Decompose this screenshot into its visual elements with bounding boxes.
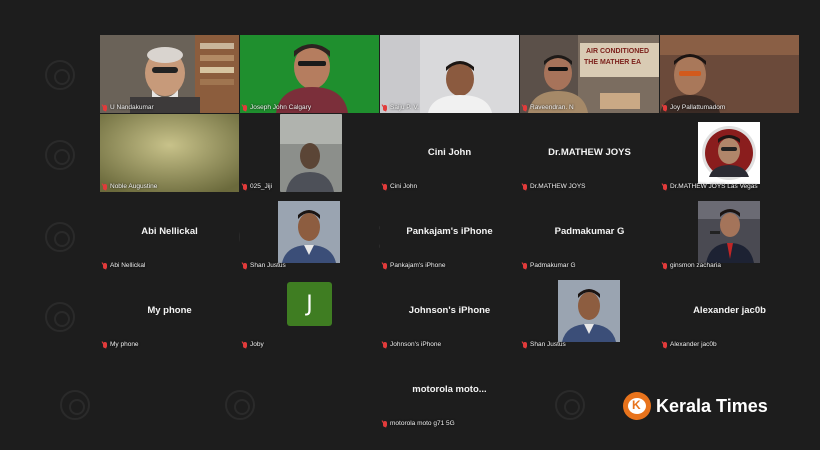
mic-muted-icon: [663, 262, 667, 269]
participant-name-tag: Shan Justus: [243, 262, 286, 269]
watermark-logo-icon: [45, 60, 75, 90]
brand-watermark: Kerala Times: [623, 392, 768, 420]
participant-tile[interactable]: Joseph John Calgary: [240, 35, 379, 113]
mic-muted-icon: [243, 262, 247, 269]
participant-tile[interactable]: Dr.MATHEW JOYS Las Vegas: [660, 114, 799, 192]
brand-name: Kerala Times: [656, 395, 768, 416]
video-call-gallery: U Nandakumar Joseph John Calgary Saiju P…: [0, 0, 820, 450]
participant-name-tag: Alexander jac0b: [663, 341, 717, 348]
participant-name-tag: Dr.MATHEW JOYS: [523, 183, 586, 190]
mic-muted-icon: [523, 183, 527, 190]
participant-tile[interactable]: Padmakumar G Padmakumar G: [520, 193, 659, 271]
participant-tile[interactable]: Cini John Cini John: [380, 114, 519, 192]
participant-tile[interactable]: Joy Pallattumadom: [660, 35, 799, 113]
participant-name-tag: Dr.MATHEW JOYS Las Vegas: [663, 183, 758, 190]
participant-display-name: Alexander jac0b: [693, 305, 766, 316]
participant-name-tag: Johnson's iPhone: [383, 341, 441, 348]
participant-display-name: Pankajam's iPhone: [406, 226, 493, 237]
mic-muted-icon: [523, 262, 527, 269]
participant-tile[interactable]: Johnson's iPhone Johnson's iPhone: [380, 272, 519, 350]
mic-muted-icon: [663, 341, 667, 348]
participant-display-name: motorola moto...: [412, 384, 487, 395]
participant-tile[interactable]: ginsmon zacharia: [660, 193, 799, 271]
participant-profile-photo: [278, 201, 340, 263]
mic-muted-icon: [383, 183, 387, 190]
mic-muted-icon: [383, 104, 387, 111]
participant-name-tag: Joy Pallattumadom: [663, 104, 725, 111]
watermark-logo-icon: [45, 140, 75, 170]
watermark-logo-icon: [225, 390, 255, 420]
participant-name-tag: U Nandakumar: [103, 104, 154, 111]
participant-tile[interactable]: Shan Justus: [520, 272, 659, 350]
mic-muted-icon: [663, 104, 667, 111]
participant-display-name: Abi Nellickal: [141, 226, 198, 237]
avatar: J: [287, 282, 332, 326]
participant-tile[interactable]: Pankajam's iPhone Pankajam's iPhone: [380, 193, 519, 271]
participant-video: [380, 35, 519, 113]
mic-muted-icon: [103, 104, 107, 111]
mic-muted-icon: [103, 262, 107, 269]
avatar: [702, 126, 756, 180]
participant-tile[interactable]: Abi Nellickal Abi Nellickal: [100, 193, 239, 271]
participant-name-tag: Pankajam's iPhone: [383, 262, 445, 269]
participant-name-tag: motorola moto g71 5G: [383, 420, 455, 427]
participant-name-tag: Noble Augustine: [103, 183, 157, 190]
participant-display-name: Dr.MATHEW JOYS: [548, 147, 631, 158]
participant-name-tag: Saiju P. V.: [383, 104, 419, 111]
participant-profile-photo: [698, 122, 760, 184]
participant-tile[interactable]: Dr.MATHEW JOYS Dr.MATHEW JOYS: [520, 114, 659, 192]
participant-display-name: Cini John: [427, 147, 472, 158]
participant-tile[interactable]: Shan Justus: [240, 193, 379, 271]
mic-muted-icon: [383, 420, 387, 427]
watermark-logo-icon: [60, 390, 90, 420]
participant-video: [660, 35, 799, 113]
participant-video: [100, 114, 239, 192]
mic-muted-icon: [383, 262, 387, 269]
participant-tile[interactable]: J Joby: [240, 272, 379, 350]
backdrop-sign-text: THE MATHER EA: [584, 59, 641, 66]
mic-muted-icon: [243, 104, 247, 111]
watermark-logo-icon: [45, 222, 75, 252]
participant-name-tag: 025_Jiji: [243, 183, 272, 190]
participant-tile[interactable]: Noble Augustine: [100, 114, 239, 192]
mic-muted-icon: [383, 341, 387, 348]
participant-name-tag: My phone: [103, 341, 139, 348]
mic-muted-icon: [243, 183, 247, 190]
participant-tile[interactable]: 025_Jiji: [240, 114, 379, 192]
participant-display-name: Padmakumar G: [554, 226, 625, 237]
participant-name-tag: Cini John: [383, 183, 417, 190]
participant-video: [240, 35, 379, 113]
participant-name-tag: ginsmon zacharia: [663, 262, 721, 269]
mic-muted-icon: [523, 104, 527, 111]
watermark-logo-icon: [45, 302, 75, 332]
participant-tile[interactable]: Saiju P. V.: [380, 35, 519, 113]
participant-name-tag: Joby: [243, 341, 264, 348]
participant-display-name: My phone: [147, 305, 192, 316]
participant-display-name: Johnson's iPhone: [408, 305, 491, 316]
mic-muted-icon: [523, 341, 527, 348]
participant-video: [100, 35, 239, 113]
participant-name-tag: Padmakumar G: [523, 262, 576, 269]
participant-name-tag: Joseph John Calgary: [243, 104, 311, 111]
watermark-logo-icon: [555, 390, 585, 420]
participant-tile[interactable]: Alexander jac0b Alexander jac0b: [660, 272, 799, 350]
participant-tile[interactable]: motorola moto... motorola moto g71 5G: [380, 351, 519, 429]
participant-tile[interactable]: U Nandakumar: [100, 35, 239, 113]
mic-muted-icon: [663, 183, 667, 190]
mic-muted-icon: [243, 341, 247, 348]
mic-muted-icon: [103, 341, 107, 348]
participant-tile[interactable]: My phone My phone: [100, 272, 239, 350]
backdrop-sign-text: AIR CONDITIONED: [586, 48, 649, 55]
participant-tile[interactable]: AIR CONDITIONED THE MATHER EA Raveendran…: [520, 35, 659, 113]
participant-name-tag: Raveendran. N: [523, 104, 574, 111]
participant-video: AIR CONDITIONED THE MATHER EA: [520, 35, 659, 113]
participant-profile-photo: [698, 201, 760, 263]
participant-video: [280, 114, 342, 192]
participant-name-tag: Shan Justus: [523, 341, 566, 348]
mic-muted-icon: [103, 183, 107, 190]
participant-profile-photo: [558, 280, 620, 342]
kerala-times-logo-icon: [623, 392, 651, 420]
participant-name-tag: Abi Nellickal: [103, 262, 145, 269]
